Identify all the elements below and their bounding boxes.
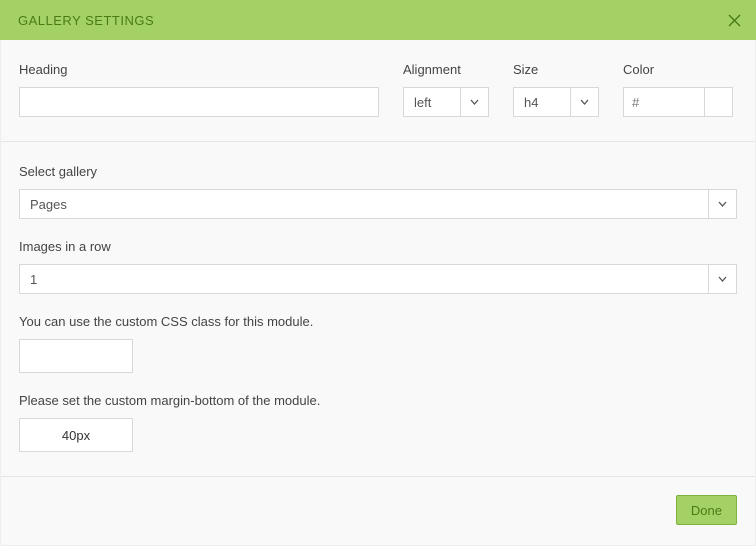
field-css-class: You can use the custom CSS class for thi…: [19, 314, 737, 373]
size-value: h4: [513, 87, 571, 117]
color-input-group: [623, 87, 735, 117]
alignment-value: left: [403, 87, 461, 117]
done-button[interactable]: Done: [676, 495, 737, 525]
images-in-row-select[interactable]: 1: [19, 264, 737, 294]
field-select-gallery: Select gallery Pages: [19, 164, 737, 219]
chevron-down-icon: [718, 201, 727, 207]
field-alignment: Alignment left: [403, 62, 489, 117]
field-color: Color: [623, 62, 735, 117]
alignment-select[interactable]: left: [403, 87, 489, 117]
size-select[interactable]: h4: [513, 87, 599, 117]
section-heading-row: Heading Alignment left Size h4: [1, 40, 755, 142]
dialog-header: GALLERY SETTINGS: [0, 0, 756, 40]
label-select-gallery: Select gallery: [19, 164, 737, 179]
margin-bottom-input[interactable]: [19, 418, 133, 452]
chevron-down-icon: [470, 99, 479, 105]
label-images-in-row: Images in a row: [19, 239, 737, 254]
label-heading: Heading: [19, 62, 379, 77]
close-icon[interactable]: [726, 12, 742, 28]
heading-input[interactable]: [19, 87, 379, 117]
images-in-row-dropdown-button[interactable]: [709, 264, 737, 294]
field-margin-bottom: Please set the custom margin-bottom of t…: [19, 393, 737, 452]
field-images-in-row: Images in a row 1: [19, 239, 737, 294]
section-gallery: Select gallery Pages Images in a row 1 Y…: [1, 142, 755, 477]
color-swatch-button[interactable]: [705, 87, 733, 117]
gallery-select-value: Pages: [19, 189, 709, 219]
gallery-select[interactable]: Pages: [19, 189, 737, 219]
dialog-title: GALLERY SETTINGS: [18, 13, 154, 28]
chevron-down-icon: [718, 276, 727, 282]
label-alignment: Alignment: [403, 62, 489, 77]
field-size: Size h4: [513, 62, 599, 117]
color-input[interactable]: [623, 87, 705, 117]
dialog-footer: Done: [1, 477, 755, 545]
css-class-input[interactable]: [19, 339, 133, 373]
dialog-body: Heading Alignment left Size h4: [0, 40, 756, 546]
field-heading: Heading: [19, 62, 379, 117]
images-in-row-value: 1: [19, 264, 709, 294]
label-css-class: You can use the custom CSS class for thi…: [19, 314, 737, 329]
size-dropdown-button[interactable]: [571, 87, 599, 117]
chevron-down-icon: [580, 99, 589, 105]
alignment-dropdown-button[interactable]: [461, 87, 489, 117]
label-margin-bottom: Please set the custom margin-bottom of t…: [19, 393, 737, 408]
label-size: Size: [513, 62, 599, 77]
label-color: Color: [623, 62, 735, 77]
gallery-dropdown-button[interactable]: [709, 189, 737, 219]
